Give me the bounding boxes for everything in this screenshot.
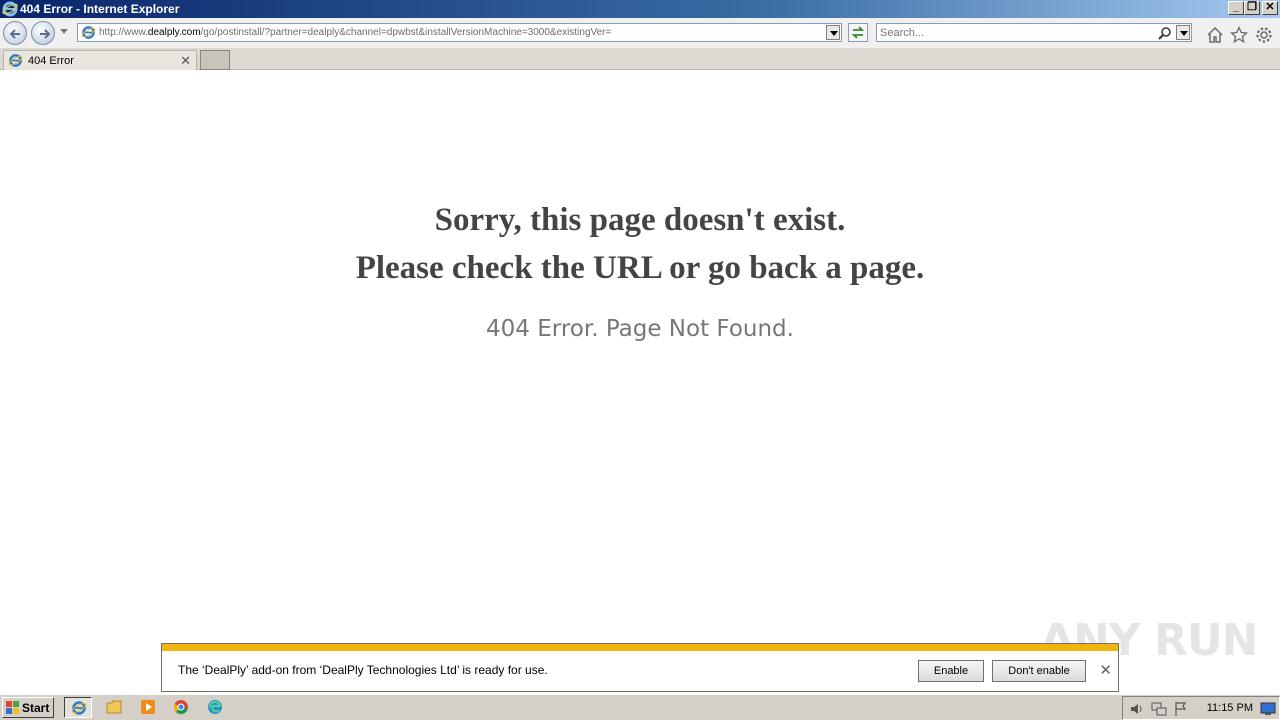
taskbar: Start 11:15 PM (0, 694, 1280, 720)
taskbar-ie-icon (71, 701, 87, 715)
url-prefix: http://www. (99, 27, 148, 38)
title-bar: 404 Error - Internet Explorer _ ❐ ✕ (0, 0, 1280, 18)
page-content: Sorry, this page doesn't exist. Please c… (0, 70, 1280, 640)
taskbar-internet-explorer[interactable] (64, 697, 92, 718)
tab-label: 404 Error (28, 55, 74, 67)
enable-button[interactable]: Enable (918, 660, 984, 682)
page-ie-icon (81, 26, 96, 39)
folder-icon (106, 700, 122, 714)
close-window-button[interactable]: ✕ (1262, 1, 1278, 15)
windows-logo-icon (6, 701, 19, 714)
favorites-star-icon[interactable] (1230, 26, 1248, 44)
taskbar-media-player[interactable] (134, 697, 162, 718)
search-icon[interactable] (1158, 26, 1172, 40)
refresh-button[interactable] (848, 23, 868, 42)
new-tab-button[interactable] (200, 50, 230, 70)
edge-icon (208, 700, 222, 714)
home-icon[interactable] (1206, 26, 1224, 44)
search-dropdown-button[interactable] (1176, 25, 1190, 40)
window-title: 404 Error - Internet Explorer (20, 2, 180, 16)
back-arrow-icon (9, 29, 20, 39)
taskbar-chrome[interactable] (167, 697, 195, 718)
chrome-icon (173, 700, 188, 714)
search-input[interactable] (880, 26, 1150, 40)
tab-ie-icon (8, 54, 23, 67)
taskbar-file-explorer[interactable] (100, 697, 128, 718)
url-text: http://www.dealply.com/go/postinstall/?p… (99, 27, 611, 38)
start-label: Start (22, 701, 50, 715)
error-heading-line2: Please check the URL or go back a page. (355, 250, 925, 286)
action-center-flag-icon[interactable] (1173, 701, 1189, 717)
gear-icon[interactable] (1255, 26, 1273, 44)
tab-404-error[interactable]: 404 Error ✕ (3, 50, 197, 70)
notification-accent-stripe (162, 644, 1118, 651)
navigation-bar: http://www.dealply.com/go/postinstall/?p… (0, 18, 1280, 48)
url-path: /go/postinstall/?partner=dealply&channel… (200, 27, 612, 38)
search-box[interactable] (876, 23, 1192, 42)
media-player-icon (141, 700, 155, 714)
system-tray: 11:15 PM (1122, 696, 1280, 720)
close-notification-icon[interactable]: ✕ (1099, 661, 1112, 679)
taskbar-edge[interactable] (201, 697, 229, 718)
address-dropdown-button[interactable] (826, 25, 840, 40)
close-tab-icon[interactable]: ✕ (180, 53, 191, 69)
volume-icon[interactable] (1129, 701, 1145, 717)
error-heading-line1: Sorry, this page doesn't exist. (434, 202, 846, 238)
network-icon[interactable] (1151, 701, 1167, 717)
forward-button[interactable] (31, 21, 55, 45)
error-subtext: 404 Error. Page Not Found. (486, 316, 794, 342)
url-domain: dealply.com (147, 27, 201, 38)
minimize-button[interactable]: _ (1228, 1, 1244, 15)
internet-explorer-icon (2, 1, 18, 17)
tab-bar: 404 Error ✕ (0, 48, 1280, 70)
refresh-icon (851, 26, 865, 39)
notification-message: The ‘DealPly’ add-on from ‘DealPly Techn… (178, 663, 548, 677)
dont-enable-button[interactable]: Don't enable (992, 660, 1086, 682)
show-desktop-icon[interactable] (1260, 702, 1276, 716)
history-dropdown-icon[interactable] (60, 29, 68, 34)
address-bar[interactable]: http://www.dealply.com/go/postinstall/?p… (77, 23, 842, 42)
addon-notification-bar: The ‘DealPly’ add-on from ‘DealPly Techn… (161, 643, 1119, 692)
clock[interactable]: 11:15 PM (1207, 702, 1253, 714)
restore-button[interactable]: ❐ (1244, 1, 1260, 15)
start-button[interactable]: Start (2, 697, 54, 718)
back-button[interactable] (3, 21, 27, 45)
forward-arrow-icon (40, 29, 51, 39)
